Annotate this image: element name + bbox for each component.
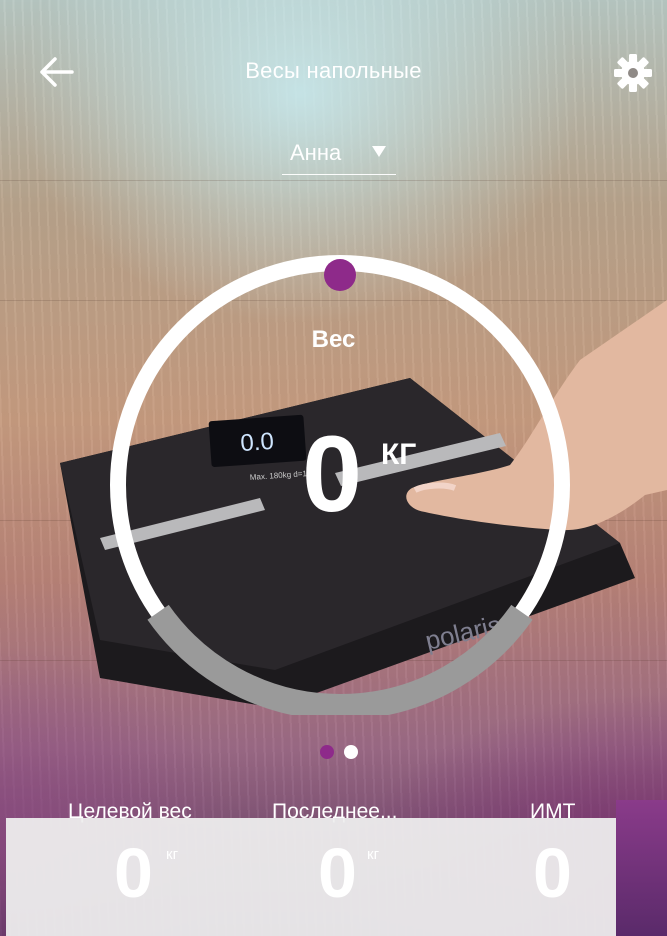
- gauge-base-arc: [147, 604, 533, 715]
- stat-unit-last: кг: [367, 846, 380, 863]
- user-dropdown[interactable]: Анна: [282, 136, 396, 175]
- gear-icon: [614, 54, 652, 92]
- stat-value-last[interactable]: 0: [318, 838, 357, 908]
- page-dot-1[interactable]: [320, 745, 334, 759]
- page-title: Весы напольные: [245, 58, 422, 83]
- page-dot-2[interactable]: [344, 745, 358, 759]
- dropdown-triangle-icon: [372, 146, 386, 157]
- gauge-indicator-knob[interactable]: [324, 259, 356, 291]
- stats-panel: [6, 818, 616, 936]
- background-corner: [616, 800, 667, 936]
- settings-button[interactable]: [608, 48, 658, 98]
- weight-unit: КГ: [381, 438, 417, 471]
- stat-unit-target-weight: кг: [166, 846, 179, 863]
- floor-plank-line: [0, 180, 667, 181]
- page-indicator: [320, 745, 360, 761]
- weight-value: 0: [302, 413, 363, 534]
- stat-value-bmi[interactable]: 0: [533, 838, 572, 908]
- user-dropdown-value: Анна: [290, 140, 342, 165]
- top-app-bar: Весы напольные: [0, 40, 667, 100]
- gauge-label: Вес: [311, 326, 356, 353]
- stat-value-target-weight[interactable]: 0: [114, 838, 153, 908]
